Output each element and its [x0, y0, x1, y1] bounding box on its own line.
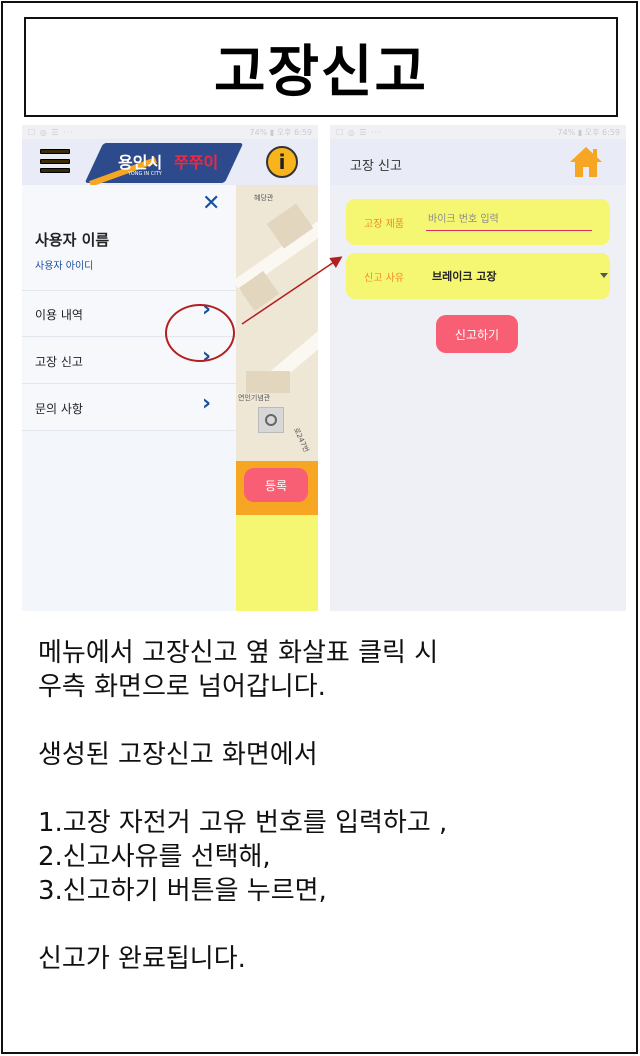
status-time: 74% ▮ 오후 6:59 [557, 127, 621, 137]
hamburger-menu-icon[interactable] [40, 149, 70, 173]
drawer-header: ✕ 사용자 이름 사용자 아이디 [22, 185, 236, 291]
instruction-line: 우측 화면으로 넘어갑니다. [38, 672, 326, 702]
report-button[interactable]: 신고하기 [436, 315, 518, 353]
bike-number-input[interactable] [426, 209, 592, 231]
right-phone-screen: ☐ ◎ ☰ ··· 74% ▮ 오후 6:59 고장 신고 고장 제품 신고 사… [330, 125, 626, 611]
title-box: 고장신고 [24, 17, 618, 117]
bottom-panel-fill [236, 515, 318, 611]
register-button[interactable]: 등록 [244, 468, 308, 502]
user-id: 사용자 아이디 [35, 261, 94, 272]
left-phone-screen: ☐ ◎ ☰ ··· 74% ▮ 오후 6:59 용인시 쭈쭈이 YONG IN … [22, 125, 318, 611]
menu-item-label: 고장 신고 [35, 355, 83, 369]
logo-accent-text: 쭈쭈이 [174, 153, 219, 172]
map-view[interactable]: 혜당관 연인기념관 로247번 [236, 185, 318, 461]
instruction-line: 생성된 고장신고 화면에서 [38, 740, 318, 770]
product-field: 고장 제품 [346, 199, 610, 245]
app-header: 용인시 쭈쭈이 YONG IN CITY i [22, 139, 318, 187]
screen-title: 고장 신고 [350, 159, 402, 174]
chevron-right-icon[interactable]: › [202, 393, 211, 415]
menu-item-inquiry[interactable]: 문의 사항 › [22, 385, 236, 431]
reason-field-label: 신고 사유 [364, 273, 404, 284]
instruction-line: 1.고장 자전거 고유 번호를 입력하고 , [38, 808, 448, 838]
map-label: 로247번 [291, 426, 311, 454]
logo-subtext: YONG IN CITY [128, 171, 162, 177]
nav-drawer: ✕ 사용자 이름 사용자 아이디 이용 내역 › 고장 신고 › 문의 사항 › [22, 185, 236, 611]
product-field-label: 고장 제품 [364, 219, 404, 230]
instructions: 메뉴에서 고장신고 옆 화살표 클릭 시 우측 화면으로 넘어갑니다. 생성된 … [38, 636, 618, 976]
menu-item-label: 이용 내역 [35, 308, 83, 322]
status-bar: ☐ ◎ ☰ ··· 74% ▮ 오후 6:59 [22, 125, 318, 139]
annotation-circle [165, 304, 235, 362]
home-icon[interactable] [568, 145, 604, 179]
user-name: 사용자 이름 [35, 231, 110, 249]
page-title: 고장신고 [213, 39, 429, 105]
status-icons: ☐ ◎ ☰ ··· [28, 127, 74, 137]
app-header: 고장 신고 [330, 139, 626, 185]
menu-item-label: 문의 사항 [35, 402, 83, 416]
status-bar: ☐ ◎ ☰ ··· 74% ▮ 오후 6:59 [330, 125, 626, 139]
reason-field[interactable]: 신고 사유 브레이크 고장 [346, 253, 610, 299]
status-icons: ☐ ◎ ☰ ··· [336, 127, 382, 137]
map-label: 혜당관 [254, 194, 274, 202]
instruction-line: 2.신고사유를 선택해, [38, 842, 271, 872]
instruction-line: 신고가 완료됩니다. [38, 944, 246, 974]
info-icon[interactable]: i [266, 146, 298, 178]
close-icon[interactable]: ✕ [202, 193, 220, 215]
reason-select[interactable]: 브레이크 고장 [432, 268, 497, 284]
instruction-line: 메뉴에서 고장신고 옆 화살표 클릭 시 [38, 638, 439, 668]
dropdown-caret-icon[interactable] [600, 273, 608, 278]
logo-text: 용인시 [118, 153, 163, 172]
app-logo: 용인시 쭈쭈이 YONG IN CITY [84, 143, 248, 187]
instruction-line: 3.신고하기 버튼을 누르면, [38, 876, 327, 906]
locate-icon[interactable] [258, 407, 284, 433]
map-label: 연인기념관 [238, 394, 271, 402]
status-time: 74% ▮ 오후 6:59 [249, 127, 313, 137]
